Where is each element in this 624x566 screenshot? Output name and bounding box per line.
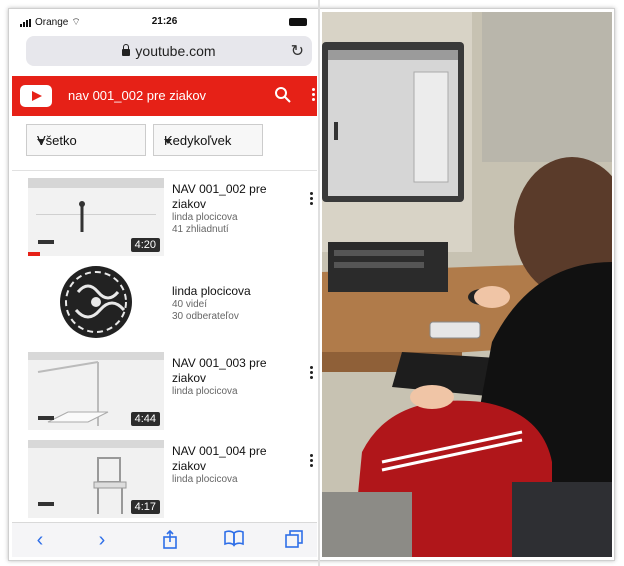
- video-author: linda plocicova: [172, 474, 238, 485]
- tabs-icon[interactable]: [282, 529, 306, 551]
- filter-type-select[interactable]: Všetko: [26, 124, 146, 156]
- video-duration: 4:17: [130, 500, 160, 514]
- filter-time-select[interactable]: Kedykoľvek: [153, 124, 263, 156]
- phone-screen: Orange ⌔ 21:26 youtube.com ↻ nav 001_002…: [12, 12, 317, 557]
- video-title-line2: ziakov: [172, 459, 207, 473]
- status-time: 21:26: [151, 16, 178, 27]
- more-options-icon[interactable]: [308, 190, 314, 208]
- video-duration: 4:44: [130, 412, 160, 426]
- video-title-line2: ziakov: [172, 197, 207, 211]
- book-icon[interactable]: [222, 529, 246, 551]
- classroom-photo: [322, 12, 612, 557]
- classroom-illustration: [322, 12, 612, 557]
- more-menu-icon[interactable]: [310, 86, 316, 106]
- image-divider: [318, 0, 320, 566]
- more-options-icon[interactable]: [308, 452, 314, 470]
- more-options-icon[interactable]: [308, 364, 314, 382]
- video-meta: NAV 001_002 pre ziakov linda plocicova 4…: [172, 182, 302, 236]
- chevron-down-icon: [37, 139, 45, 144]
- video-duration: 4:20: [130, 238, 160, 252]
- video-meta: NAV 001_004 pre ziakov linda plocicova: [172, 444, 302, 486]
- url-text-wrap: youtube.com: [26, 43, 312, 59]
- address-bar[interactable]: youtube.com ↻: [26, 36, 312, 66]
- share-icon[interactable]: [158, 529, 182, 551]
- channel-video-count: 40 videí: [172, 299, 208, 310]
- channel-avatar: [60, 266, 132, 338]
- video-views: 41 zhliadnutí: [172, 224, 229, 235]
- video-title-line1: NAV 001_004 pre: [172, 444, 267, 458]
- video-author: linda plocicova: [172, 212, 238, 223]
- channel-meta: linda plocicova 40 videí 30 odberateľov: [172, 284, 302, 323]
- browser-toolbar: ‹ ›: [12, 522, 317, 557]
- channel-name: linda plocicova: [172, 284, 251, 298]
- status-bar: Orange ⌔ 21:26: [12, 12, 317, 32]
- video-thumbnail[interactable]: 4:20: [28, 178, 164, 256]
- search-icon[interactable]: [274, 86, 292, 104]
- channel-subscribers: 30 odberateľov: [172, 311, 239, 322]
- reload-icon[interactable]: ↻: [291, 41, 304, 61]
- video-title-line1: NAV 001_003 pre: [172, 356, 267, 370]
- chevron-down-icon: [164, 139, 172, 144]
- filter-row: Všetko Kedykoľvek: [12, 124, 317, 158]
- filter-time-label: Kedykoľvek: [164, 133, 232, 148]
- chevron-left-icon[interactable]: ‹: [28, 529, 52, 551]
- youtube-header: nav 001_002 pre ziakov: [12, 76, 317, 116]
- video-author: linda plocicova: [172, 386, 238, 397]
- youtube-logo-icon[interactable]: [20, 85, 52, 107]
- video-thumbnail[interactable]: 4:17: [28, 440, 164, 518]
- chevron-right-icon[interactable]: ›: [90, 529, 114, 551]
- divider: [12, 170, 317, 171]
- video-meta: NAV 001_003 pre ziakov linda plocicova: [172, 356, 302, 398]
- video-title-line2: ziakov: [172, 371, 207, 385]
- lock-icon: [122, 44, 131, 56]
- youtube-query-title: nav 001_002 pre ziakov: [68, 88, 207, 103]
- url-text: youtube.com: [135, 43, 216, 59]
- battery-icon: [289, 18, 307, 26]
- video-title-line1: NAV 001_002 pre: [172, 182, 267, 196]
- video-thumbnail[interactable]: 4:44: [28, 352, 164, 430]
